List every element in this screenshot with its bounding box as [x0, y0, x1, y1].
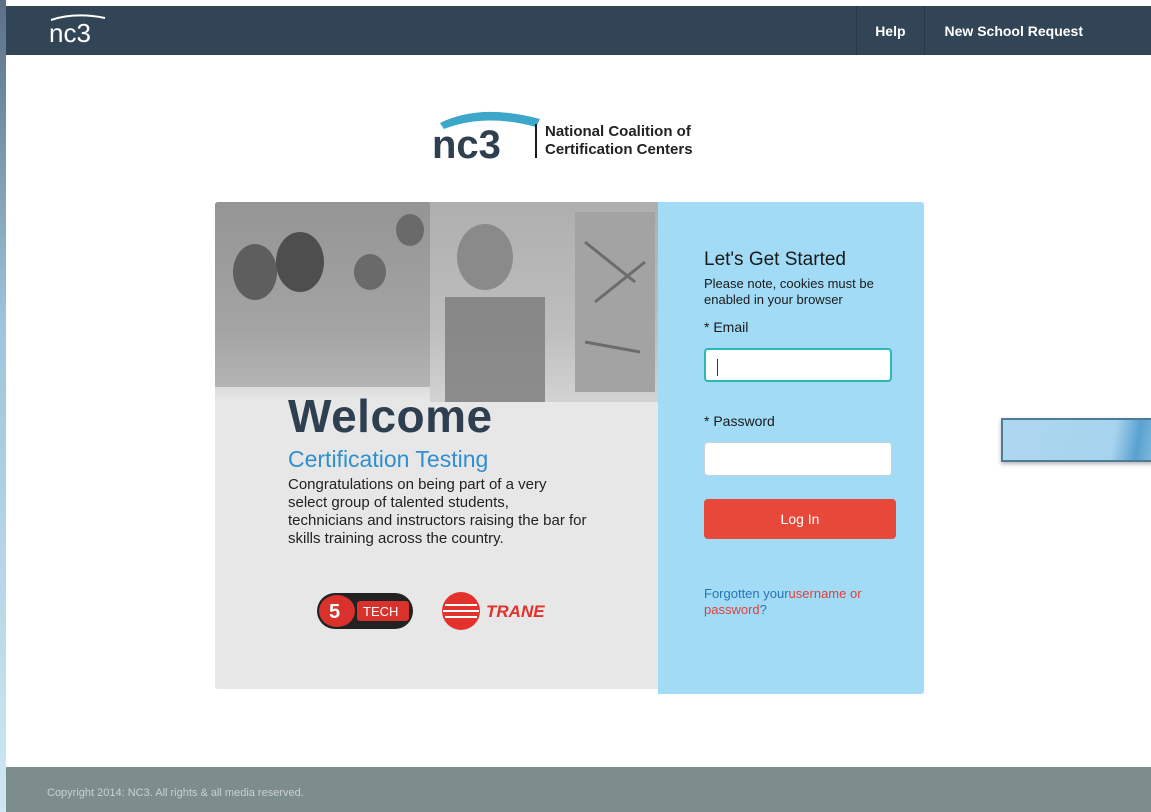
top-nav: Help New School Request	[856, 6, 1151, 55]
welcome-subheading: Certification Testing	[288, 446, 489, 472]
welcome-message: Congratulations on being part of a very …	[288, 476, 587, 547]
password-field[interactable]	[704, 442, 892, 476]
welcome-heading: Welcome	[288, 390, 493, 442]
nc3-brand-logo[interactable]: nc3	[45, 10, 115, 50]
email-field[interactable]	[704, 348, 892, 382]
window-edge	[0, 0, 6, 812]
new-school-request-link[interactable]: New School Request	[923, 6, 1151, 55]
forgot-suffix: ?	[759, 602, 767, 617]
forgot-prefix: Forgotten your	[704, 586, 789, 601]
svg-text:TRANE: TRANE	[486, 602, 545, 621]
svg-text:nc3: nc3	[49, 18, 91, 48]
text-caret	[717, 359, 718, 376]
svg-text:nc3: nc3	[432, 123, 501, 165]
email-label: * Email	[704, 319, 749, 335]
svg-text:5: 5	[329, 601, 340, 623]
partner-logos: 5 TECH TRANE	[317, 592, 545, 630]
organization-name: National Coalition of Certification Cent…	[545, 123, 693, 159]
technicians-photo	[215, 202, 658, 402]
svg-text:TECH: TECH	[363, 604, 398, 619]
login-button[interactable]: Log In	[704, 499, 896, 539]
trane-logo: TRANE	[442, 592, 545, 630]
welcome-panel: Welcome Certification Testing Congratula…	[215, 202, 658, 689]
login-panel: Let's Get Started Please note, cookies m…	[658, 202, 924, 694]
snap-on-tech-logo: 5 TECH	[317, 593, 413, 629]
logo-divider	[535, 124, 537, 158]
top-navbar: nc3 Help New School Request	[6, 6, 1151, 55]
footer: Copyright 2014: NC3. All rights & all me…	[6, 767, 1151, 812]
org-name-line1: National Coalition of	[545, 123, 691, 140]
copyright-text: Copyright 2014: NC3. All rights & all me…	[47, 787, 304, 799]
cookies-note: Please note, cookies must be enabled in …	[704, 276, 874, 307]
password-label: * Password	[704, 413, 775, 429]
help-link[interactable]: Help	[856, 6, 923, 55]
org-name-line2: Certification Centers	[545, 141, 693, 158]
form-title: Let's Get Started	[704, 249, 846, 270]
side-widget[interactable]	[1001, 418, 1151, 462]
forgot-credentials: Forgotten yourusername or password?	[704, 586, 894, 618]
